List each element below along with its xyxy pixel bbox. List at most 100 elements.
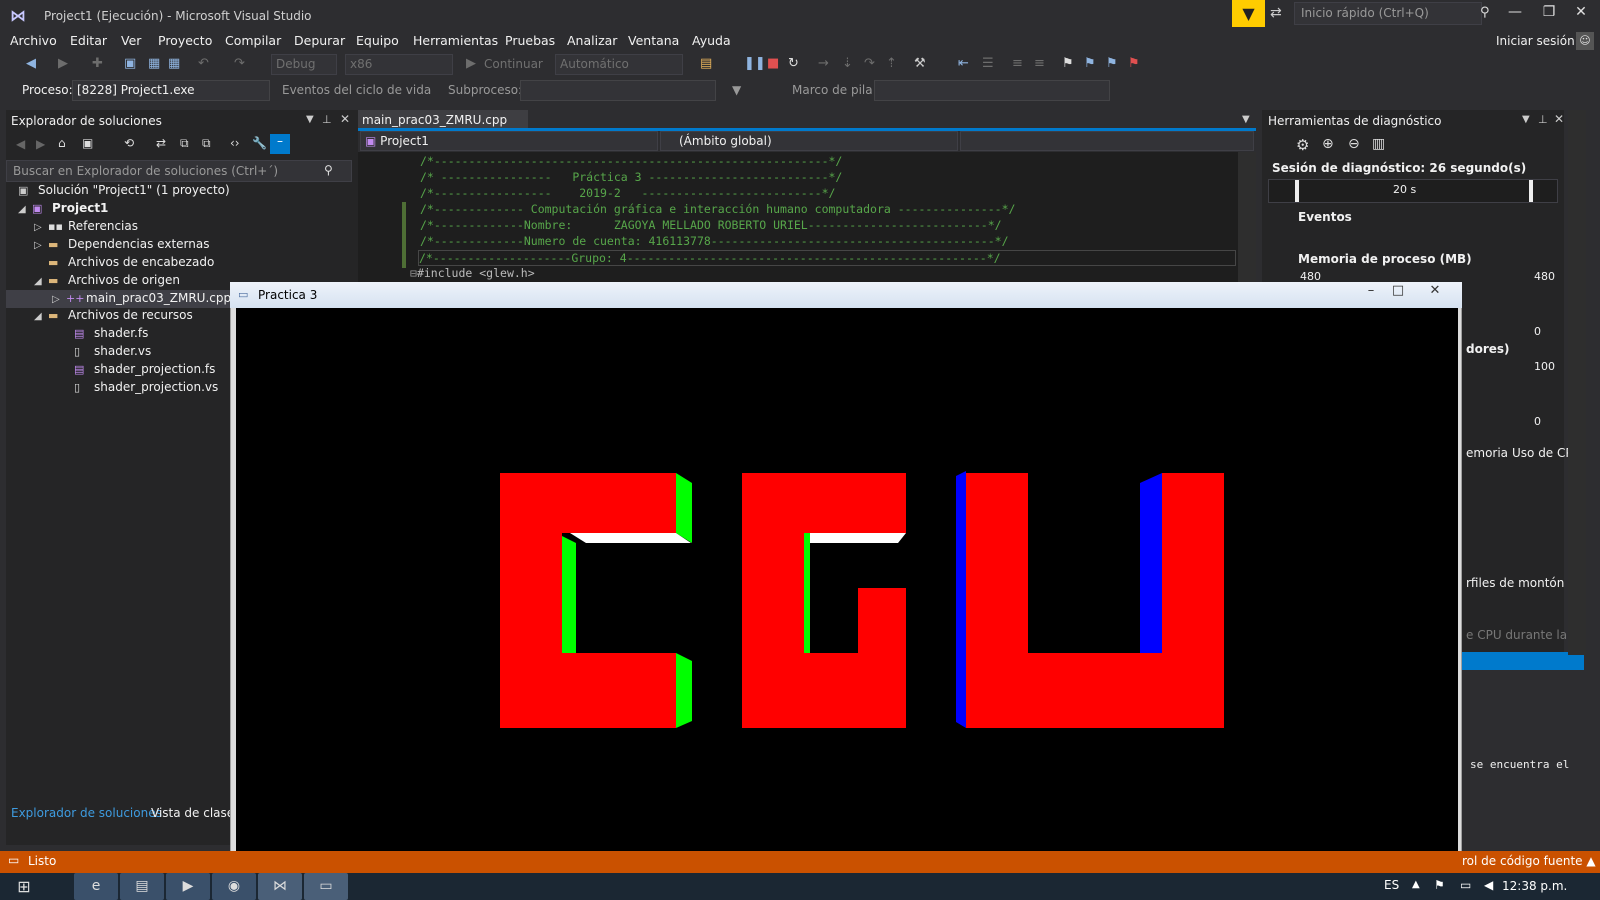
close-button[interactable]: ✕ [1566,4,1596,24]
language-indicator[interactable]: ES [1384,878,1399,892]
sign-in-link[interactable]: Iniciar sesión [1496,34,1575,48]
tray-flag-icon[interactable]: ⚑ [1434,878,1445,892]
comment-icon[interactable]: ≡ [1012,56,1023,71]
settings-icon[interactable]: ⚙ [1296,136,1309,154]
configuration-select[interactable]: Debug [271,54,337,75]
stack-frame-select[interactable] [874,80,1110,101]
expanded-arrow-icon[interactable]: ◢ [34,276,48,287]
home-icon[interactable]: ⌂ [58,136,66,150]
clear-bookmarks-icon[interactable]: ⚑ [1128,56,1140,71]
diagnostic-vertical-scrollbar[interactable] [1568,110,1586,655]
tree-item-source-files[interactable]: ◢ ▬ Archivos de origen [34,273,180,291]
menu-ayuda[interactable]: Ayuda [692,33,731,48]
menu-ventana[interactable]: Ventana [628,33,679,48]
save-all-icon[interactable]: ▦ [168,56,180,71]
switch-views-icon[interactable]: ▣ [82,136,93,150]
notifications-filter-icon[interactable]: ▼ [1232,0,1265,27]
expanded-arrow-icon[interactable]: ◢ [18,204,32,215]
expanded-arrow-icon[interactable]: ◢ [34,311,48,322]
menu-analizar[interactable]: Analizar [567,33,617,48]
forward-icon[interactable]: ▶ [58,56,68,71]
stack-icon[interactable]: ☰ [982,56,994,71]
pending-changes-icon[interactable]: ⟲ [124,136,134,150]
menu-equipo[interactable]: Equipo [356,33,399,48]
solution-search-input[interactable]: Buscar en Explorador de soluciones (Ctrl… [6,160,352,182]
pin-icon[interactable]: ⊥ [1538,113,1548,126]
tree-item-shader-fs[interactable]: ▤ shader.fs [74,326,148,344]
close-panel-icon[interactable]: ✕ [340,112,350,126]
tray-volume-icon[interactable]: ◀ [1484,878,1493,892]
collapse-icon[interactable]: ⊟ [410,266,417,280]
bookmark-icon[interactable]: ⚑ [1062,56,1074,71]
show-all-files-icon[interactable]: ⧉ [202,136,211,151]
source-control-button[interactable]: rol de código fuente ▲ [1462,854,1596,868]
view-code-icon[interactable]: ‹› [230,136,240,150]
back-icon[interactable]: ◀ [26,56,36,71]
undo-icon[interactable]: ↶ [198,56,209,71]
tab-solution-explorer[interactable]: Explorador de soluciones [11,806,162,820]
taskbar-ie-icon[interactable]: e [74,873,118,900]
memory-label[interactable]: Memoria de proceso (MB) [1298,252,1472,266]
quick-launch-input[interactable]: Inicio rápido (Ctrl+Q) [1294,2,1482,25]
tree-item-solution[interactable]: ▣ Solución "Project1" (1 proyecto) [18,183,230,201]
tree-item-external-deps[interactable]: ▷ ▬ Dependencias externas [34,237,209,255]
tree-item-header-files[interactable]: ▬ Archivos de encabezado [34,255,214,273]
stop-icon[interactable]: ■ [767,56,779,71]
hex-icon[interactable]: ⚒ [914,56,926,71]
tray-network-icon[interactable]: ▭ [1460,878,1471,892]
restore-button[interactable]: ❐ [1534,4,1564,24]
next-bookmark-icon[interactable]: ⚑ [1106,56,1118,71]
maximize-button[interactable]: □ [1385,282,1411,300]
taskbar-clock[interactable]: 12:38 p.m. [1502,879,1567,893]
menu-herramientas[interactable]: Herramientas [413,33,498,48]
open-file-icon[interactable]: ▣ [124,56,136,71]
pause-icon[interactable]: ❚❚ [744,56,766,71]
tree-item-shader-projection-fs[interactable]: ▤ shader_projection.fs [74,362,215,380]
panel-menu-icon[interactable]: ▼ [306,114,314,125]
collapsed-arrow-icon[interactable]: ▷ [52,294,66,305]
minimize-button[interactable]: — [1500,4,1530,24]
tree-item-shader-projection-vs[interactable]: ▯ shader_projection.vs [74,380,218,398]
tab-memory-usage[interactable]: emoria [1466,446,1508,460]
show-next-statement-icon[interactable]: → [818,56,829,71]
timeline-end-handle[interactable] [1529,180,1533,202]
events-label[interactable]: Eventos [1298,210,1352,224]
tray-overflow-icon[interactable]: ▲ [1412,879,1420,890]
tree-item-resource-files[interactable]: ◢ ▬ Archivos de recursos [34,308,193,326]
attach-icon[interactable]: ▤ [700,56,712,71]
reset-view-icon[interactable]: ▥ [1372,136,1385,152]
threads-icon[interactable]: ⇤ [958,56,969,71]
step-into-icon[interactable]: ⇣ [842,56,853,71]
back-icon[interactable]: ◀ [16,137,25,151]
redo-icon[interactable]: ↷ [234,56,245,71]
tree-item-project[interactable]: ◢ ▣ Project1 [18,201,108,219]
taskbar-visual-studio-icon[interactable]: ⋈ [258,873,302,900]
diagnostic-timeline[interactable]: 20 s [1268,179,1558,203]
editor-vertical-scrollbar[interactable] [1238,152,1256,282]
platform-select[interactable]: x86 [345,54,453,75]
tree-item-shader-vs[interactable]: ▯ shader.vs [74,344,151,362]
tree-item-references[interactable]: ▷ ▪▪ Referencias [34,219,138,237]
search-icon[interactable]: ⚲ [1480,5,1490,20]
tab-main-cpp[interactable]: main_prac03_ZMRU.cpp ⊸ ✕ [358,110,528,141]
zoom-out-icon[interactable]: ⊖ [1348,136,1360,152]
uncomment-icon[interactable]: ≡ [1034,56,1045,71]
menu-archivo[interactable]: Archivo [10,33,57,48]
lifecycle-events-button[interactable]: Eventos del ciclo de vida [282,83,431,97]
taskbar-console-icon[interactable]: ▭ [304,873,348,900]
pin-icon[interactable]: ⊥ [322,113,332,126]
forward-icon[interactable]: ▶ [36,137,45,151]
close-panel-icon[interactable]: ✕ [1554,112,1564,126]
project-nav-select[interactable]: ▣ Project1 [360,131,658,151]
continue-icon[interactable]: ▶ [466,56,476,71]
preview-icon[interactable]: – [270,134,290,154]
minimize-button[interactable]: – [1358,282,1384,300]
restart-icon[interactable]: ↻ [788,56,799,71]
zoom-in-icon[interactable]: ⊕ [1322,136,1334,152]
member-nav-select[interactable] [960,131,1254,151]
collapsed-arrow-icon[interactable]: ▷ [34,240,48,251]
save-icon[interactable]: ▦ [148,56,160,71]
feedback-icon[interactable]: ⇄ [1270,5,1282,21]
tab-overflow-icon[interactable]: ▼ [1242,114,1250,125]
step-over-icon[interactable]: ↷ [864,56,875,71]
